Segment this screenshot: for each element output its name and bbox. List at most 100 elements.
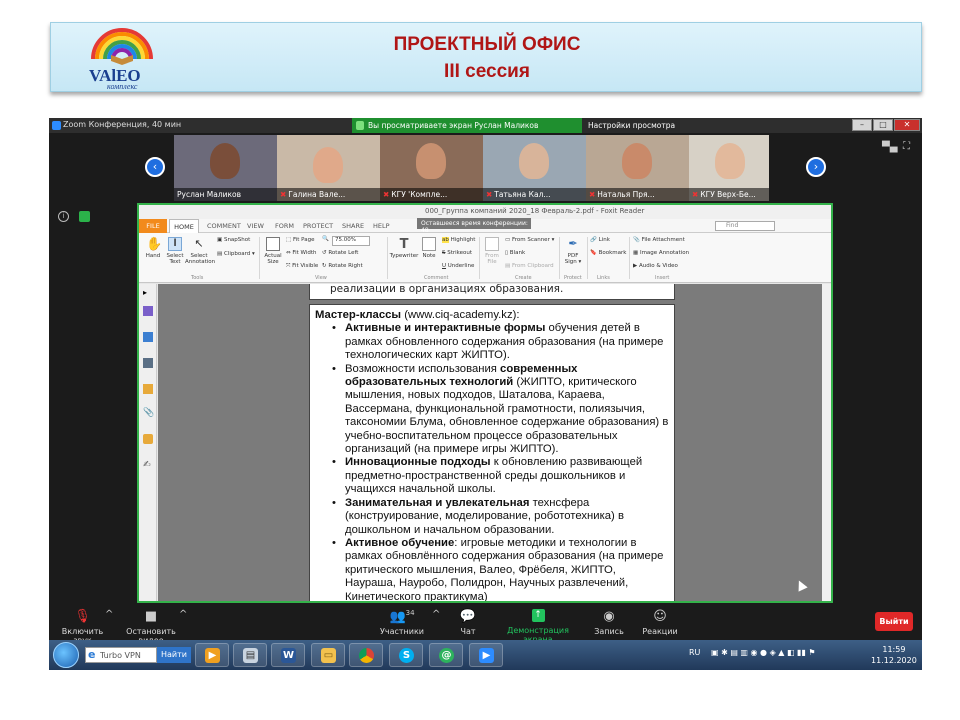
- mouse-cursor-icon: [794, 578, 808, 592]
- file-attachment-button[interactable]: 📎 File Attachment: [633, 237, 685, 243]
- taskbar-media-player[interactable]: ▶: [195, 643, 229, 667]
- vertical-scrollbar[interactable]: [822, 284, 831, 601]
- tab-view[interactable]: VIEW: [247, 222, 264, 230]
- strikeout-button[interactable]: S Strikeout: [442, 250, 472, 256]
- group-label-comment: Comment: [424, 275, 449, 281]
- from-clipboard-button[interactable]: ▤ From Clipboard: [505, 263, 554, 269]
- rotate-right-button[interactable]: ↻ Rotate Right: [322, 263, 363, 269]
- previous-page-bottom: реализации в организациях образования.: [309, 284, 675, 300]
- ie-icon: e: [88, 648, 96, 661]
- image-annotation-button[interactable]: ▦ Image Annotation: [633, 250, 689, 256]
- search-go-button[interactable]: Найти: [157, 647, 191, 663]
- participant-tile[interactable]: ✖ Татьяна Кал...: [483, 135, 586, 201]
- taskbar-zoom[interactable]: ▶: [469, 643, 503, 667]
- camera-icon: ▣: [217, 237, 223, 243]
- chat-button[interactable]: 💬 Чат: [453, 609, 483, 636]
- meeting-info-icon[interactable]: i: [58, 211, 69, 222]
- participant-tile[interactable]: ✖ Галина Вале...: [277, 135, 380, 201]
- underline-button[interactable]: U Underline: [442, 263, 474, 269]
- select-text-button[interactable]: 𝐈 Select Text: [163, 235, 187, 265]
- share-screen-button[interactable]: ↑Демонстрация экрана: [497, 609, 579, 644]
- valeo-logo: VAlEO комплекс: [89, 28, 153, 91]
- participants-button[interactable]: 👥34 Участники: [377, 609, 427, 636]
- fullscreen-icon[interactable]: ⛶: [903, 141, 910, 152]
- participant-tile[interactable]: ✖ Наталья Пря...: [586, 135, 689, 201]
- select-annotation-button[interactable]: ↖ Select Annotation: [185, 235, 215, 265]
- gallery-prev-button[interactable]: ‹: [145, 157, 165, 177]
- blank-page-icon: ▯: [505, 250, 509, 256]
- taskbar-word[interactable]: W: [271, 643, 305, 667]
- maximize-button[interactable]: □: [873, 119, 893, 131]
- tab-protect[interactable]: PROTECT: [303, 222, 333, 230]
- pdf-sign-button[interactable]: ✒ PDF Sign ▾: [561, 235, 585, 265]
- minimize-button[interactable]: –: [852, 119, 872, 131]
- link-button[interactable]: 🔗 Link: [590, 237, 610, 243]
- from-file-button[interactable]: From File: [481, 235, 503, 265]
- clipboard-button[interactable]: ▤ Clipboard ▾: [217, 251, 255, 257]
- tab-form[interactable]: FORM: [275, 222, 294, 230]
- start-button[interactable]: [53, 642, 79, 668]
- expand-panel-icon[interactable]: ▸: [143, 288, 153, 298]
- actual-size-button[interactable]: Actual Size: [261, 235, 285, 265]
- pdf-document-view[interactable]: реализации в организациях образования. М…: [158, 284, 822, 601]
- highlight-button[interactable]: ab Highlight: [442, 237, 475, 243]
- find-input[interactable]: Find: [715, 221, 775, 231]
- tab-home[interactable]: HOME: [169, 219, 199, 233]
- bookmarks-panel-icon[interactable]: [143, 306, 153, 316]
- close-button[interactable]: ✕: [894, 119, 920, 131]
- taskbar-file-explorer[interactable]: ▭: [311, 643, 345, 667]
- fit-visible-button[interactable]: ⤧ Fit Visible: [286, 263, 318, 270]
- pages-panel-icon[interactable]: [143, 332, 153, 342]
- vpn-search-input[interactable]: e Turbo VPN: [85, 647, 157, 663]
- tab-share[interactable]: SHARE: [342, 222, 364, 230]
- audio-video-button[interactable]: ▶ Audio & Video: [633, 263, 678, 269]
- from-scanner-button[interactable]: ▭ From Scanner ▾: [505, 237, 554, 243]
- group-label-create: Create: [515, 275, 532, 281]
- attachments-panel-icon[interactable]: 📎: [143, 408, 154, 418]
- zoom-level-select[interactable]: 75.00%: [332, 236, 370, 246]
- system-tray: RU ▣ ✱ ▤ ▥ ◉ ● ◈ ▲ ◧ ▮▮ ⚑: [689, 648, 816, 657]
- gallery-layout-icon[interactable]: ▀▄: [882, 142, 897, 153]
- leave-meeting-button[interactable]: Выйти: [875, 612, 913, 631]
- hand-tool-button[interactable]: ✋ Hand: [141, 235, 165, 259]
- blank-button[interactable]: ▯ Blank: [505, 250, 525, 256]
- security-lock-icon[interactable]: [143, 434, 153, 444]
- chevron-up-icon[interactable]: ^: [179, 609, 187, 620]
- taskbar-email[interactable]: @: [429, 643, 463, 667]
- clock-date: 11.12.2020: [871, 656, 917, 665]
- fit-page-button[interactable]: ⬚ Fit Page: [286, 237, 314, 243]
- signature-panel-icon[interactable]: ✍: [143, 460, 153, 470]
- participant-tile[interactable]: ✖ КГУ Верх-Бе...: [689, 135, 769, 201]
- taskbar-skype[interactable]: S: [389, 643, 423, 667]
- reactions-button[interactable]: ☺ Реакции: [641, 609, 679, 636]
- section-heading: Мастер-классы (www.ciq-academy.kz):: [315, 309, 520, 321]
- comments-panel-icon[interactable]: [143, 384, 153, 394]
- chevron-up-icon[interactable]: ^: [432, 609, 440, 620]
- gallery-next-button[interactable]: ›: [806, 157, 826, 177]
- tab-file[interactable]: FILE: [139, 219, 167, 233]
- tab-comment[interactable]: COMMENT: [207, 222, 241, 230]
- note-button[interactable]: Note: [419, 235, 439, 259]
- snapshot-button[interactable]: ▣ SnapShot: [217, 237, 250, 243]
- tray-icons[interactable]: ▣ ✱ ▤ ▥ ◉ ● ◈ ▲ ◧ ▮▮ ⚑: [711, 648, 816, 657]
- record-button[interactable]: ◉ Запись: [592, 609, 626, 636]
- participant-tile[interactable]: Руслан Маликов: [174, 135, 277, 201]
- bookmark-button[interactable]: 🔖 Bookmark: [590, 250, 626, 256]
- rotate-left-button[interactable]: ↺ Rotate Left: [322, 250, 358, 256]
- taskbar-documents[interactable]: ▤: [233, 643, 267, 667]
- typewriter-button[interactable]: T Typewriter: [389, 235, 419, 259]
- tab-help[interactable]: HELP: [373, 222, 390, 230]
- view-options-button[interactable]: Настройки просмотра ⌄: [582, 118, 680, 139]
- participant-tile[interactable]: ✖ КГУ 'Компле...: [380, 135, 483, 201]
- taskbar-chrome[interactable]: [349, 643, 383, 667]
- language-indicator[interactable]: RU: [689, 648, 700, 657]
- chevron-up-icon[interactable]: ^: [105, 609, 113, 620]
- zoom-window: Zoom Конференция, 40 мин Вы просматривае…: [49, 118, 922, 670]
- list-item: Активное обучение: игровые методики и те…: [332, 537, 669, 601]
- highlight-icon: ab: [442, 237, 449, 243]
- layers-panel-icon[interactable]: [143, 358, 153, 368]
- mic-muted-icon: ✖: [486, 190, 493, 199]
- taskbar-clock[interactable]: 11:59 11.12.2020: [871, 644, 917, 666]
- encryption-shield-icon[interactable]: [79, 211, 90, 222]
- fit-width-button[interactable]: ⇔ Fit Width: [286, 250, 317, 256]
